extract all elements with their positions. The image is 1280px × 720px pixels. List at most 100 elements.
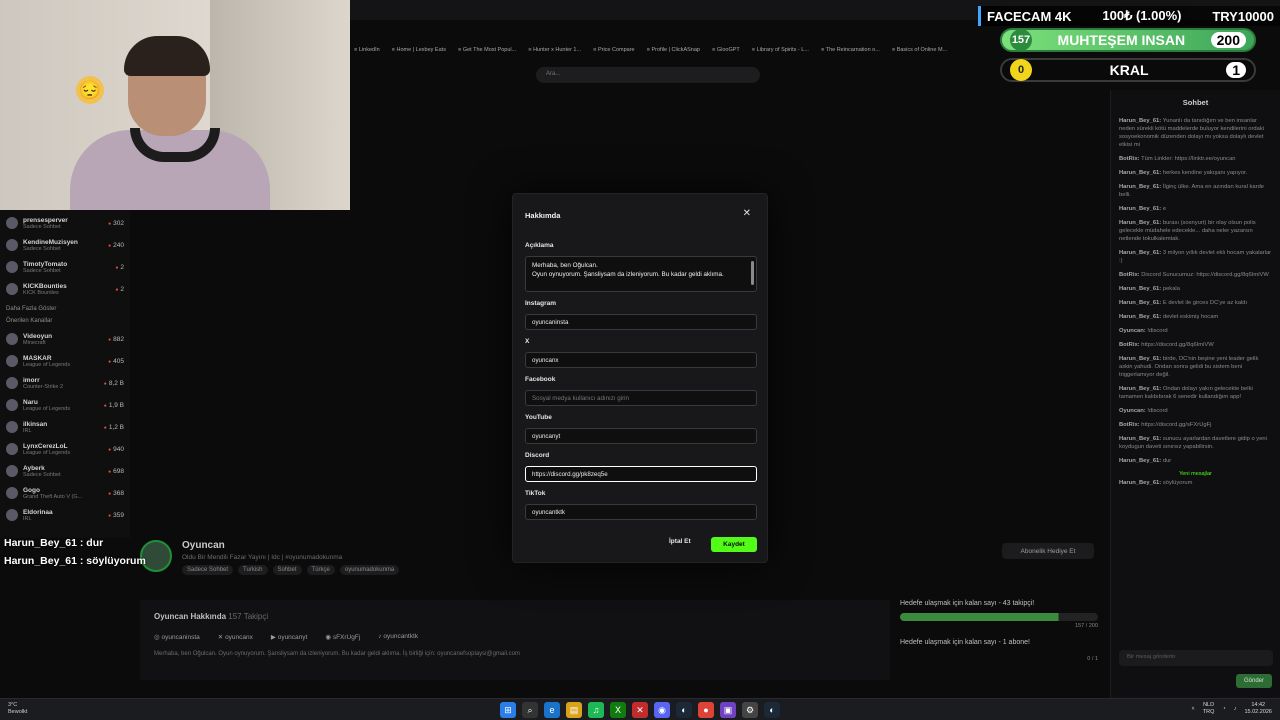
windows-start-icon[interactable]: ⊞ [500, 702, 516, 718]
chat-username[interactable]: Harun_Bey_61: [1119, 184, 1161, 190]
chat-text: devlet eskimiş hocam [1162, 314, 1219, 320]
steam-icon-2[interactable]: ◐ [764, 702, 780, 718]
chat-username[interactable]: BotRix: [1119, 156, 1140, 162]
sidebar-channel[interactable]: MASKARLeague of Legends405 [6, 350, 124, 372]
app-icon[interactable]: ✕ [632, 702, 648, 718]
bookmark-item[interactable]: Library of Spirits - L... [752, 47, 809, 53]
bookmark-item[interactable]: GlooGPT [712, 47, 740, 53]
chat-username[interactable]: BotRix: [1119, 422, 1140, 428]
chat-send-button[interactable]: Gönder [1236, 674, 1272, 688]
bookmark-item[interactable]: Hunter x Hunter 1... [528, 47, 581, 53]
chat-username[interactable]: Harun_Bey_61: [1119, 458, 1161, 464]
obs-icon[interactable]: ▣ [720, 702, 736, 718]
viewer-count: 882 [108, 336, 124, 343]
tiktok-input[interactable] [525, 504, 757, 520]
chat-username[interactable]: Harun_Bey_61: [1119, 300, 1161, 306]
file-explorer-icon[interactable]: ▤ [566, 702, 582, 718]
sidebar-channel[interactable]: imorrCounter-Strike 28,2 B [6, 372, 124, 394]
bookmark-item[interactable]: The Reincarnation o... [821, 47, 880, 53]
chat-username[interactable]: Harun_Bey_61: [1119, 436, 1161, 442]
sidebar-channel[interactable]: ilkinsanIRL1,2 B [6, 416, 124, 438]
instagram-input[interactable] [525, 314, 757, 330]
discord-icon[interactable]: ◉ [654, 702, 670, 718]
gift-subscription-button[interactable]: Abonelik Hediye Et [1002, 543, 1094, 559]
bookmark-item[interactable]: Basics of Online M... [892, 47, 947, 53]
sidebar-channel[interactable]: TimotyTomatoSadece Sohbet2 [6, 256, 124, 278]
chat-username[interactable]: Oyuncan: [1119, 328, 1146, 334]
bookmark-item[interactable]: LinkedIn [354, 47, 380, 53]
wifi-icon[interactable]: ◔ [1222, 706, 1225, 713]
chat-username[interactable]: Harun_Bey_61: [1119, 220, 1161, 226]
site-search-input[interactable]: Ara... [536, 67, 760, 83]
chat-username[interactable]: BotRix: [1119, 272, 1140, 278]
chat-username[interactable]: Harun_Bey_61: [1119, 170, 1161, 176]
social-link[interactable]: ◎ oyuncaninsta [154, 633, 200, 641]
social-link[interactable]: ▶ oyuncanyt [271, 633, 307, 641]
bookmark-item[interactable]: Profile | ClickASnap [647, 47, 700, 53]
spotify-icon[interactable]: ♫ [588, 702, 604, 718]
viewer-count: 1,2 B [104, 424, 124, 431]
social-link[interactable]: ♪ oyuncantktk [378, 633, 418, 641]
stream-tag[interactable]: Türkçe [306, 565, 335, 575]
channel-category: IRL [23, 515, 32, 522]
sidebar-channel[interactable]: VideoyunMinecraft882 [6, 328, 124, 350]
sidebar-channel[interactable]: LynxCerezLoLLeague of Legends940 [6, 438, 124, 460]
sidebar-channel[interactable]: EldorinaaIRL359 [6, 504, 124, 526]
volume-icon[interactable]: ♪ [1234, 706, 1237, 713]
description-textarea[interactable]: Merhaba, ben Oğulcan. Oyun oynuyorum. Şa… [525, 256, 757, 292]
settings-gear-icon[interactable]: ⚙ [742, 702, 758, 718]
facebook-label: Facebook [525, 376, 556, 383]
stream-tag[interactable]: oyunumadokunma [339, 565, 400, 575]
edge-icon[interactable]: e [544, 702, 560, 718]
chat-username[interactable]: Harun_Bey_61: [1119, 356, 1161, 362]
language-indicator[interactable]: NLD TRQ [1203, 702, 1215, 716]
chat-username[interactable]: Oyuncan: [1119, 408, 1146, 414]
steam-icon[interactable]: ◐ [676, 702, 692, 718]
cancel-button[interactable]: İptal Et [669, 538, 691, 545]
social-link[interactable]: ◉ sFXrUgFj [325, 633, 360, 641]
sidebar-channel[interactable]: KendineMuzisyenSadece Sohbet240 [6, 234, 124, 256]
sidebar-channel[interactable]: NaruLeague of Legends1,9 B [6, 394, 124, 416]
sidebar-channel[interactable]: prensesperverSadece Sohbet302 [6, 212, 124, 234]
sidebar-channel[interactable]: KICKBountiesKICK Bounties2 [6, 278, 124, 300]
chat-username[interactable]: Harun_Bey_61: [1119, 206, 1161, 212]
discord-input[interactable] [525, 466, 757, 482]
stream-tag[interactable]: Sohbet [272, 565, 302, 575]
chat-username[interactable]: Harun_Bey_61: [1119, 118, 1161, 124]
chat-username[interactable]: Harun_Bey_61: [1119, 286, 1161, 292]
stream-tag[interactable]: Turkish [238, 565, 268, 575]
avatar [6, 239, 18, 251]
close-icon[interactable]: ✕ [743, 209, 751, 219]
streamer-hair [124, 36, 210, 76]
chat-username[interactable]: Harun_Bey_61: [1119, 314, 1161, 320]
search-icon[interactable]: ⌕ [522, 702, 538, 718]
facebook-input[interactable] [525, 390, 757, 406]
chat-username[interactable]: Harun_Bey_61: [1119, 250, 1161, 256]
instagram-label: Instagram [525, 300, 557, 307]
chat-username[interactable]: Harun_Bey_61: [1119, 386, 1161, 392]
show-more-link[interactable]: Daha Fazla Göster [6, 306, 124, 312]
bookmark-item[interactable]: Price Compare [593, 47, 635, 53]
channel-name[interactable]: Oyuncan [182, 540, 399, 551]
social-link[interactable]: ✕ oyuncanx [218, 633, 253, 641]
channel-header: Oyuncan Oldu Bir Mendili Fazar Yayını | … [140, 540, 400, 575]
channel-info: KICKBounties KICK Bounties [23, 283, 115, 296]
chat-input[interactable]: Bir mesaj gönderin [1119, 650, 1273, 666]
save-button[interactable]: Kaydet [711, 537, 757, 552]
x-input[interactable] [525, 352, 757, 368]
avatar [6, 261, 18, 273]
sidebar-channel[interactable]: AyberkSadece Sohbet698 [6, 460, 124, 482]
weather-widget[interactable]: 3°C Bewolkt [8, 702, 27, 716]
bookmark-item[interactable]: Get The Most Popul... [458, 47, 516, 53]
sidebar-channel[interactable]: GogoGrand Theft Auto V (G...368 [6, 482, 124, 504]
xbox-icon[interactable]: X [610, 702, 626, 718]
chevron-up-icon[interactable]: ˄ [1192, 706, 1195, 713]
chat-message: Harun_Bey_61: Ondan dolayı yakın gelecek… [1119, 385, 1272, 401]
chat-username[interactable]: BotRix: [1119, 342, 1140, 348]
bookmark-item[interactable]: Home | Lexbey Eats [392, 47, 446, 53]
clock[interactable]: 14:42 15.02.2026 [1244, 702, 1272, 716]
textarea-scrollbar[interactable] [751, 261, 754, 285]
stream-tag[interactable]: Sadece Sohbet [182, 565, 234, 575]
youtube-input[interactable] [525, 428, 757, 444]
chrome-icon[interactable]: ● [698, 702, 714, 718]
